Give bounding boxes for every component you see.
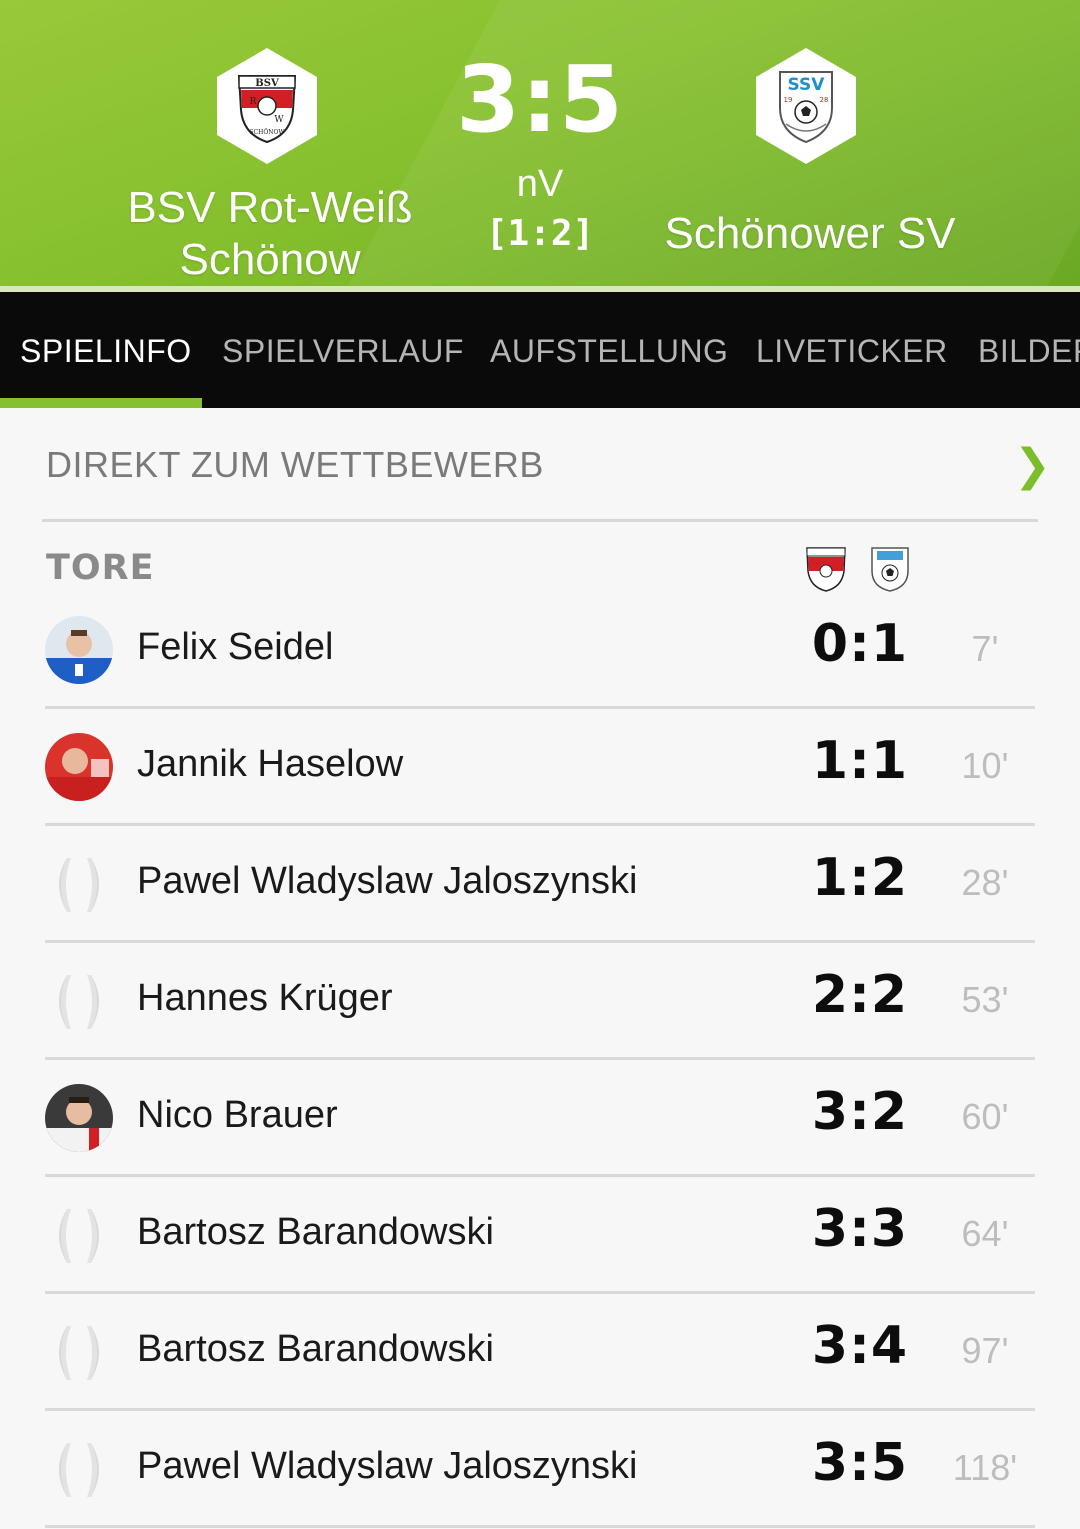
match-header: BSV R W SCHÖNOW BSV Rot-Weiß Schönow 3:5 … [0, 0, 1080, 292]
goal-score: 3:3 [811, 1199, 909, 1259]
goal-minute: 28' [961, 862, 1009, 903]
away-team-name[interactable]: Schönower SV [640, 208, 980, 260]
halftime-score: [1:2] [485, 213, 595, 254]
goals-section-title: TORE [46, 548, 155, 588]
away-team-crest[interactable]: SSV 19 28 [752, 46, 860, 166]
away-team-mini-crest [868, 545, 912, 593]
goal-scorer-name: Bartosz Barandowski [137, 1328, 494, 1370]
goal-row[interactable]: Pawel Wladyslaw Jaloszynski 3:5 118' [0, 1411, 1080, 1528]
divider [45, 1525, 1035, 1528]
tab-spielinfo[interactable]: SPIELINFO [20, 292, 192, 408]
home-team-crest[interactable]: BSV R W SCHÖNOW [213, 46, 321, 166]
svg-text:W: W [274, 115, 284, 125]
goal-score: 1:2 [811, 848, 909, 908]
tab-bilder[interactable]: BILDER [978, 292, 1080, 408]
final-score: 3:5 [456, 46, 624, 153]
goal-score: 2:2 [811, 965, 909, 1025]
goal-scorer-name: Felix Seidel [137, 626, 334, 668]
placeholder-avatar-icon [45, 1201, 113, 1269]
goal-score: 3:2 [811, 1082, 909, 1142]
goal-row[interactable]: Hannes Krüger 2:2 53' [0, 943, 1080, 1060]
goal-minute: 118' [952, 1447, 1018, 1488]
placeholder-avatar-icon [45, 967, 113, 1035]
svg-text:SSV: SSV [788, 75, 826, 95]
goal-scorer-name: Bartosz Barandowski [137, 1211, 494, 1253]
extra-time-note: nV [516, 163, 564, 205]
goal-scorer-name: Pawel Wladyslaw Jaloszynski [137, 1445, 638, 1487]
svg-text:19: 19 [784, 96, 793, 104]
goal-row[interactable]: Bartosz Barandowski 3:3 64' [0, 1177, 1080, 1294]
competition-link[interactable]: DIREKT ZUM WETTBEWERB ❯ [0, 408, 1080, 520]
home-team-name[interactable]: BSV Rot-Weiß Schönow [100, 182, 440, 286]
goal-scorer-name: Jannik Haselow [137, 743, 404, 785]
home-team-mini-crest [804, 545, 848, 593]
chevron-right-icon: ❯ [1014, 440, 1051, 491]
goal-score: 3:5 [811, 1433, 909, 1493]
goal-minute: 64' [961, 1213, 1009, 1254]
svg-text:28: 28 [820, 96, 829, 104]
goal-minute: 10' [961, 745, 1009, 786]
tab-liveticker[interactable]: LIVETICKER [756, 292, 948, 408]
goal-minute: 97' [961, 1330, 1009, 1371]
competition-link-label: DIREKT ZUM WETTBEWERB [46, 444, 544, 485]
divider [42, 519, 1038, 522]
goal-scorer-name: Nico Brauer [137, 1094, 338, 1136]
goal-row[interactable]: Felix Seidel 0:1 7' [0, 592, 1080, 709]
active-tab-indicator [0, 398, 202, 408]
goal-score: 3:4 [811, 1316, 909, 1376]
svg-text:R: R [250, 97, 257, 107]
goal-row[interactable]: Pawel Wladyslaw Jaloszynski 1:2 28' [0, 826, 1080, 943]
goal-row[interactable]: Jannik Haselow 1:1 10' [0, 709, 1080, 826]
tab-aufstellung[interactable]: AUFSTELLUNG [490, 292, 728, 408]
goal-row[interactable]: Nico Brauer 3:2 60' [0, 1060, 1080, 1177]
placeholder-avatar-icon [45, 850, 113, 918]
goal-row[interactable]: Bartosz Barandowski 3:4 97' [0, 1294, 1080, 1411]
goal-score: 1:1 [811, 731, 909, 791]
goal-scorer-name: Pawel Wladyslaw Jaloszynski [137, 860, 638, 902]
placeholder-avatar-icon [45, 1435, 113, 1503]
goal-scorer-name: Hannes Krüger [137, 977, 393, 1019]
tab-spielverlauf[interactable]: SPIELVERLAUF [222, 292, 464, 408]
goal-minute: 60' [961, 1096, 1009, 1137]
goal-minute: 53' [961, 979, 1009, 1020]
goal-score: 0:1 [811, 614, 909, 674]
svg-text:SCHÖNOW: SCHÖNOW [249, 129, 285, 136]
placeholder-avatar-icon [45, 1318, 113, 1386]
player-avatar [45, 1084, 113, 1152]
player-avatar [45, 733, 113, 801]
svg-text:BSV: BSV [255, 78, 279, 89]
player-avatar [45, 616, 113, 684]
goal-minute: 7' [971, 628, 999, 669]
tab-bar: SPIELINFO SPIELVERLAUF AUFSTELLUNG LIVET… [0, 292, 1080, 408]
